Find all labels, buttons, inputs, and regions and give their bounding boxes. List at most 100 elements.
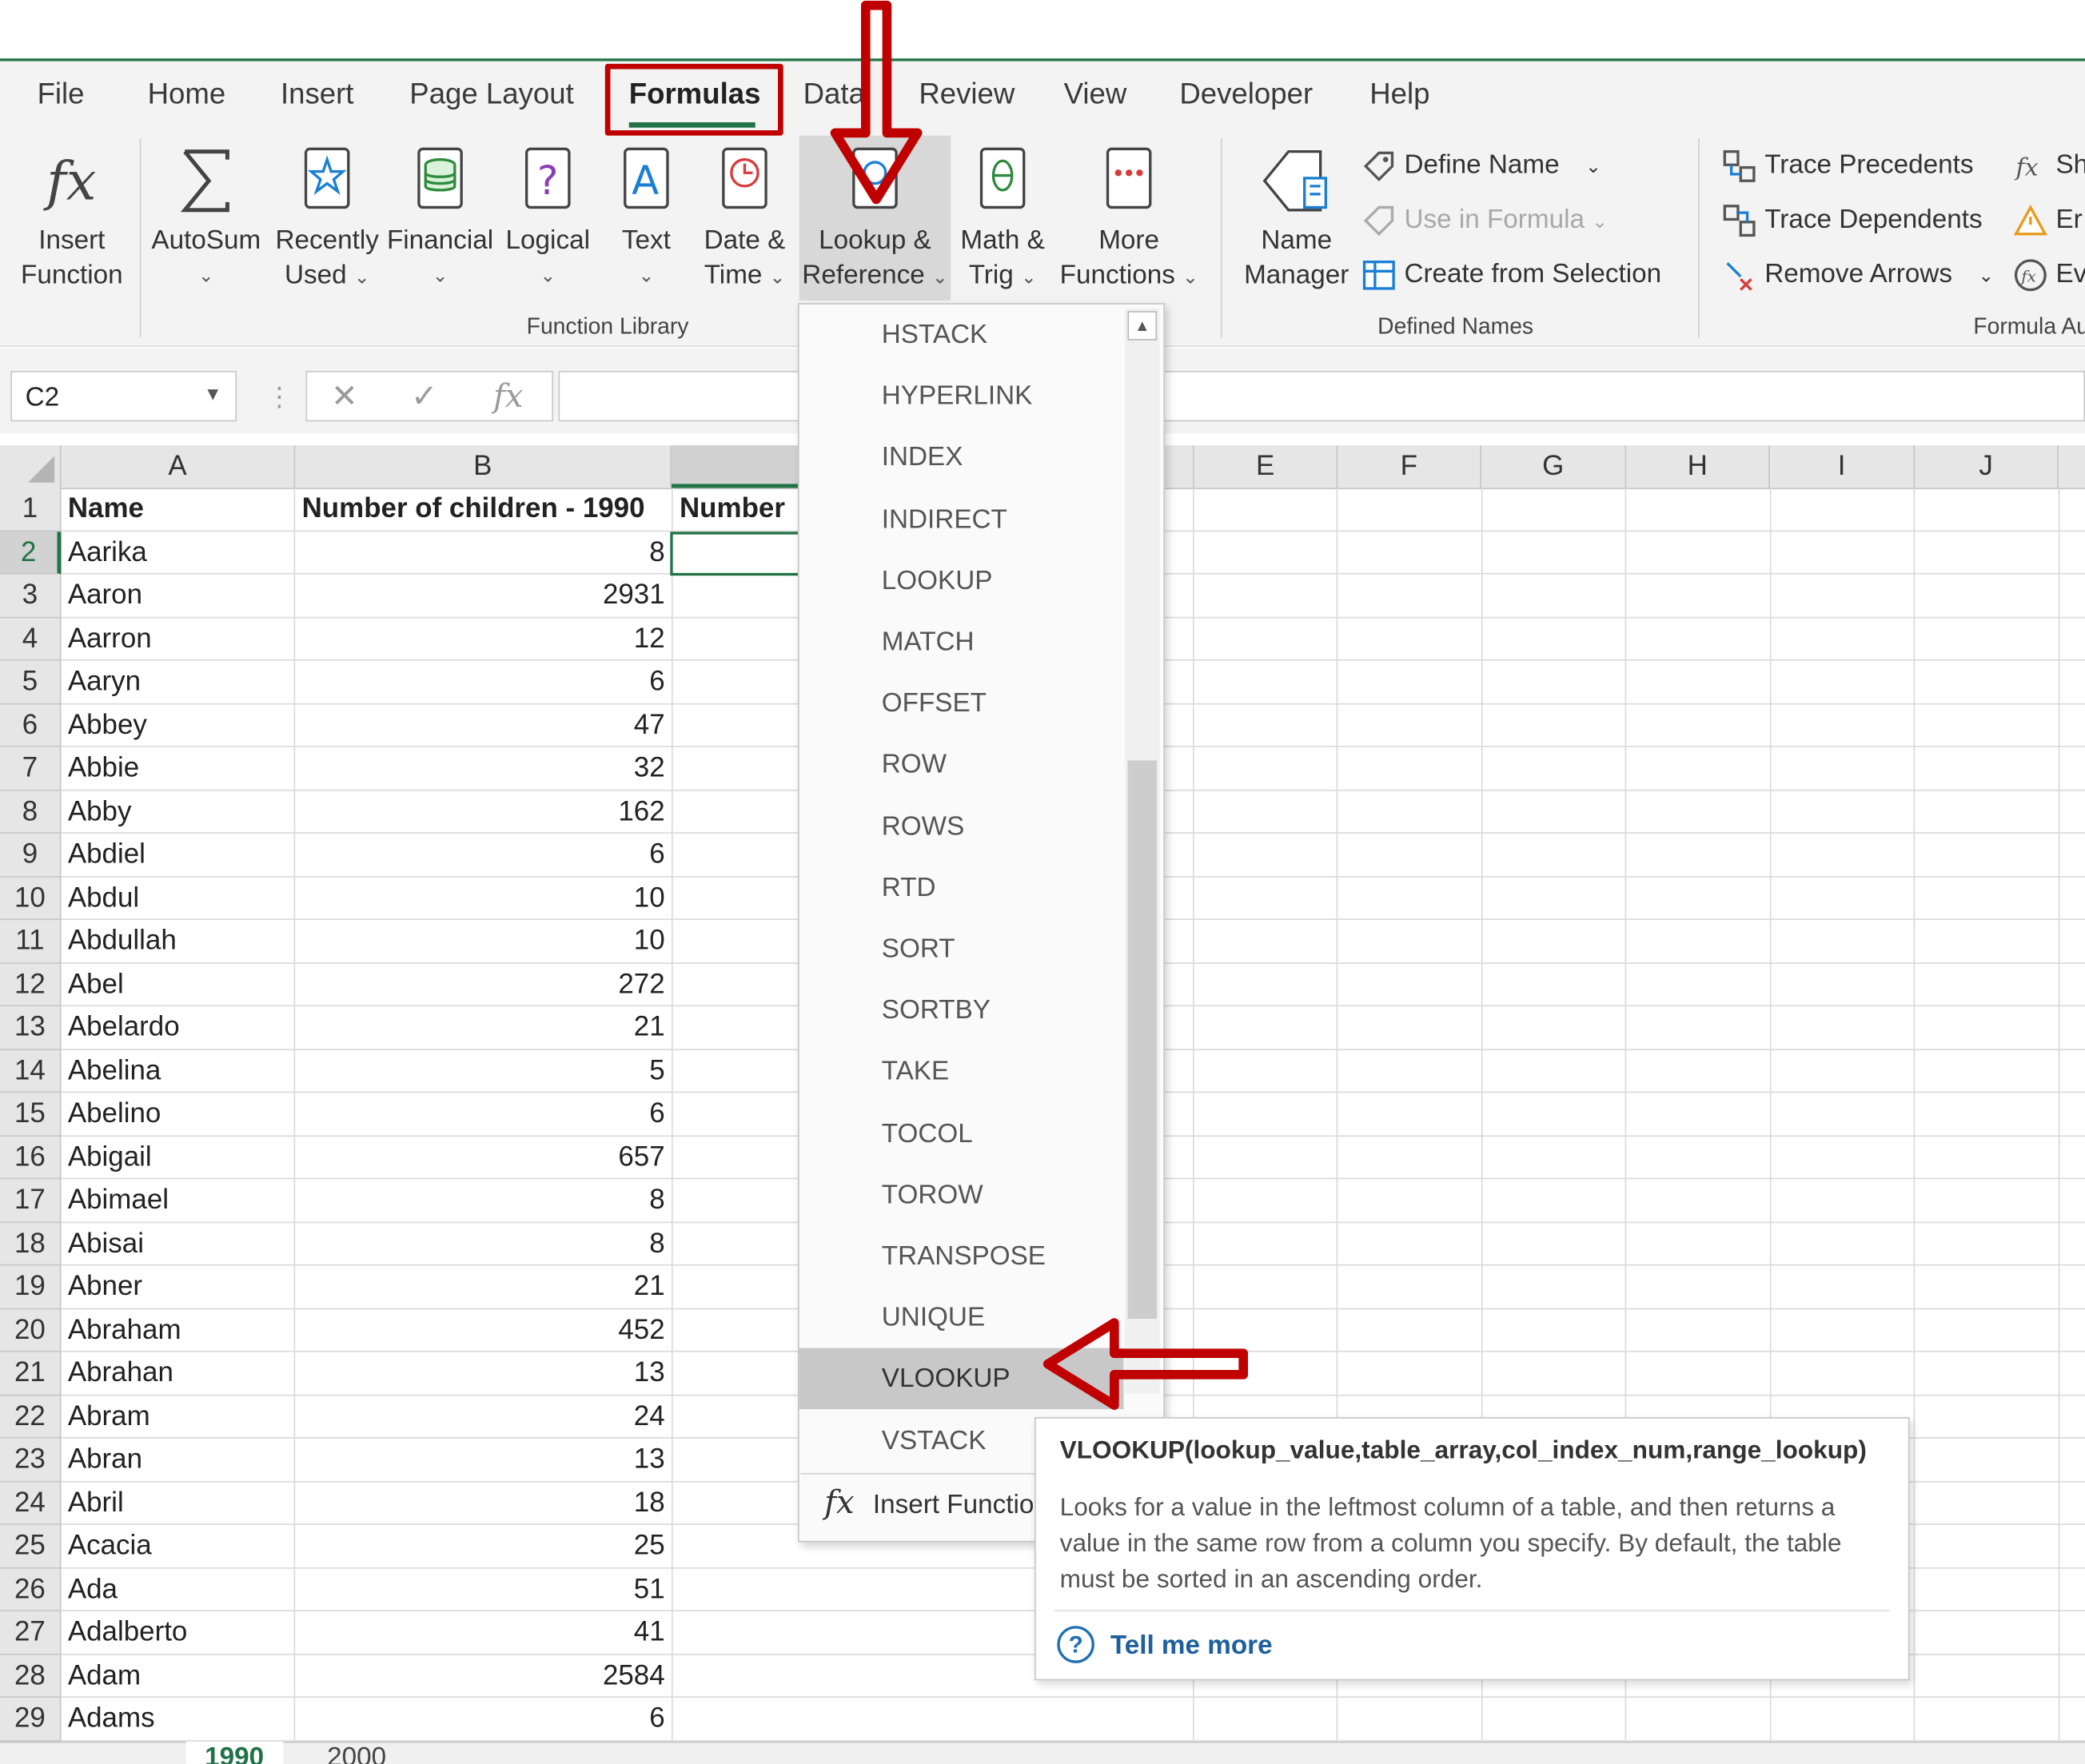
cell-a29[interactable]: Adams — [68, 1698, 155, 1740]
cell-a3[interactable]: Aaron — [68, 575, 142, 617]
menu-item-rtd[interactable]: RTD — [799, 857, 1124, 918]
row-header-16[interactable]: 16 — [0, 1136, 62, 1180]
cell-a6[interactable]: Abbey — [68, 704, 147, 747]
cell-b19[interactable]: 21 — [295, 1265, 665, 1308]
column-header-j[interactable]: J — [1915, 445, 2059, 488]
cell-b24[interactable]: 18 — [295, 1482, 665, 1524]
cell-a26[interactable]: Ada — [68, 1568, 118, 1611]
active-cell-c2[interactable] — [670, 532, 801, 576]
evaluate-formula-button[interactable]: fx Ev — [2013, 258, 2085, 293]
sheet-tab-2000[interactable]: 2000 — [309, 1742, 405, 1764]
cell-b1[interactable]: Number of children - 1990 — [302, 488, 645, 530]
cell-a21[interactable]: Abrahan — [68, 1352, 173, 1395]
cell-b9[interactable]: 6 — [295, 834, 664, 876]
cell-a1[interactable]: Name — [68, 488, 144, 530]
cell-a9[interactable]: Abdiel — [68, 834, 146, 876]
row-header-12[interactable]: 12 — [0, 963, 62, 1007]
sheet-tab-1990[interactable]: 1990 — [185, 1741, 283, 1764]
cell-a19[interactable]: Abner — [68, 1265, 142, 1308]
menu-item-row[interactable]: ROW — [799, 735, 1124, 796]
cell-a17[interactable]: Abimael — [68, 1179, 169, 1221]
cell-a2[interactable]: Aarika — [68, 531, 147, 573]
cell-b29[interactable]: 6 — [295, 1698, 664, 1740]
math-trig-button[interactable]: Math & Trig ⌄ — [955, 144, 1050, 294]
recently-used-button[interactable]: Recently Used ⌄ — [271, 144, 383, 294]
show-formulas-button[interactable]: fx Sh — [2013, 149, 2085, 183]
cell-a5[interactable]: Aaryn — [68, 661, 141, 703]
row-header-22[interactable]: 22 — [0, 1395, 62, 1439]
menu-item-sort[interactable]: SORT — [799, 918, 1124, 980]
remove-arrows-button[interactable]: Remove Arrows ⌄ — [1722, 258, 1994, 293]
cell-b15[interactable]: 6 — [295, 1093, 664, 1135]
cell-a24[interactable]: Abril — [68, 1482, 124, 1524]
row-header-11[interactable]: 11 — [0, 920, 62, 964]
cell-b16[interactable]: 657 — [295, 1136, 664, 1178]
cell-b12[interactable]: 272 — [295, 963, 664, 1005]
menu-item-take[interactable]: TAKE — [799, 1041, 1124, 1103]
cell-a8[interactable]: Abby — [68, 790, 132, 833]
cell-b13[interactable]: 21 — [295, 1006, 665, 1049]
cell-a18[interactable]: Abisai — [68, 1222, 144, 1264]
row-header-4[interactable]: 4 — [0, 617, 62, 661]
cell-c1[interactable]: Number — [680, 488, 785, 530]
column-header-e[interactable]: E — [1194, 445, 1338, 488]
cell-b2[interactable]: 8 — [295, 531, 664, 573]
cell-b8[interactable]: 162 — [295, 790, 664, 833]
row-header-27[interactable]: 27 — [0, 1611, 62, 1654]
column-header-d[interactable] — [1165, 445, 1194, 488]
row-header-7[interactable]: 7 — [0, 747, 62, 790]
menu-item-torow[interactable]: TOROW — [799, 1165, 1124, 1226]
cell-a28[interactable]: Adam — [68, 1654, 141, 1697]
error-checking-button[interactable]: Er — [2013, 203, 2083, 237]
tab-developer[interactable]: Developer — [1179, 77, 1313, 111]
row-header-17[interactable]: 17 — [0, 1179, 62, 1223]
scroll-up-icon[interactable]: ▲ — [1127, 311, 1158, 340]
cell-b21[interactable]: 13 — [295, 1352, 665, 1395]
cell-b5[interactable]: 6 — [295, 661, 664, 703]
cell-a13[interactable]: Abelardo — [68, 1006, 180, 1049]
tab-page-layout[interactable]: Page Layout — [409, 77, 573, 111]
row-header-24[interactable]: 24 — [0, 1481, 62, 1525]
menu-item-rows[interactable]: ROWS — [799, 796, 1124, 858]
cell-b25[interactable]: 25 — [295, 1525, 665, 1567]
row-header-3[interactable]: 3 — [0, 574, 62, 618]
tab-data[interactable]: Data — [803, 77, 865, 111]
row-header-5[interactable]: 5 — [0, 660, 62, 704]
menu-item-transpose[interactable]: TRANSPOSE — [799, 1226, 1124, 1288]
logical-button[interactable]: ? Logical ⌄ — [500, 144, 596, 293]
tab-insert[interactable]: Insert — [281, 77, 354, 111]
menu-item-sortby[interactable]: SORTBY — [799, 980, 1124, 1041]
cell-b22[interactable]: 24 — [295, 1396, 665, 1438]
cell-b18[interactable]: 8 — [295, 1222, 664, 1264]
menu-item-hstack[interactable]: HSTACK — [799, 305, 1124, 366]
cell-a12[interactable]: Abel — [68, 963, 124, 1005]
tab-view[interactable]: View — [1064, 77, 1127, 111]
cell-a15[interactable]: Abelino — [68, 1093, 161, 1135]
row-header-10[interactable]: 10 — [0, 876, 62, 921]
formula-input[interactable] — [558, 371, 2085, 422]
row-header-14[interactable]: 14 — [0, 1049, 62, 1093]
row-header-18[interactable]: 18 — [0, 1222, 62, 1266]
use-in-formula-button[interactable]: Use in Formula ⌄ — [1361, 203, 1608, 237]
menu-item-hyperlink[interactable]: HYPERLINK — [799, 366, 1124, 428]
cell-b6[interactable]: 47 — [295, 704, 665, 747]
menu-item-tocol[interactable]: TOCOL — [799, 1103, 1124, 1165]
cell-b7[interactable]: 32 — [295, 747, 665, 790]
trace-precedents-button[interactable]: Trace Precedents — [1722, 149, 1974, 183]
cell-b14[interactable]: 5 — [295, 1049, 664, 1092]
cell-a25[interactable]: Acacia — [68, 1525, 152, 1567]
menu-item-indirect[interactable]: INDIRECT — [799, 488, 1124, 550]
menu-item-vlookup[interactable]: VLOOKUP — [799, 1348, 1124, 1410]
row-header-19[interactable]: 19 — [0, 1265, 62, 1309]
column-header-h[interactable]: H — [1626, 445, 1770, 488]
lookup-reference-button[interactable]: Lookup & Reference ⌄ — [799, 135, 951, 301]
tab-review[interactable]: Review — [919, 77, 1015, 111]
menu-item-index[interactable]: INDEX — [799, 428, 1124, 489]
financial-button[interactable]: Financial ⌄ — [385, 144, 494, 293]
cell-b23[interactable]: 13 — [295, 1439, 665, 1481]
cell-b3[interactable]: 2931 — [295, 575, 665, 617]
insert-function-button[interactable]: fx Insert Function — [10, 144, 133, 293]
column-header-a[interactable]: A — [62, 445, 296, 488]
name-manager-button[interactable]: Name Manager — [1237, 144, 1357, 293]
row-header-26[interactable]: 26 — [0, 1567, 62, 1611]
